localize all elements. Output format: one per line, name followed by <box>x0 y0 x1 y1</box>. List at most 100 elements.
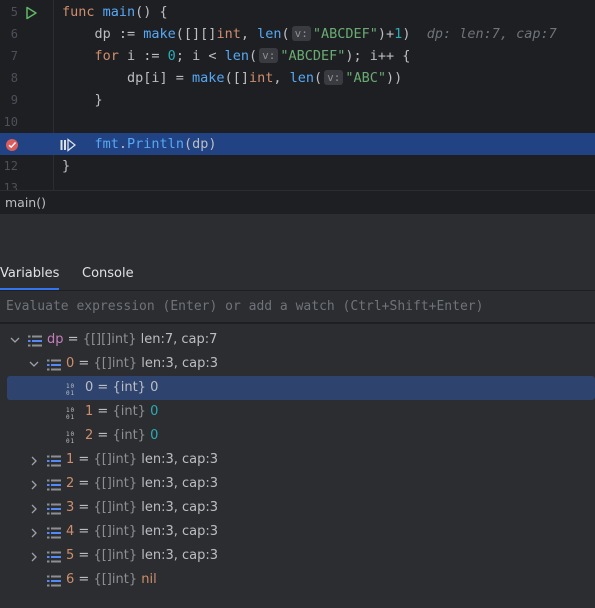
svg-text:1: 1 <box>66 383 70 390</box>
line-number[interactable]: 5 <box>0 1 18 23</box>
chevron-right-icon[interactable] <box>29 496 39 520</box>
line-number[interactable]: 9 <box>0 89 18 111</box>
variable-type: {[]int} <box>93 476 138 491</box>
code-token: int <box>248 70 274 86</box>
svg-text:0: 0 <box>71 431 75 438</box>
code-token: len <box>257 26 282 42</box>
code-token: for <box>62 48 128 64</box>
variable-type: {int} <box>112 428 146 443</box>
binary-icon: 1001 <box>66 429 80 445</box>
variable-type: {[]int} <box>93 356 138 371</box>
current-execution-line[interactable]: fmt.Println(dp) <box>0 133 595 155</box>
line-number[interactable]: 10 <box>0 111 18 133</box>
code-line[interactable]: 5 func main() { <box>0 1 595 23</box>
variable-value: len:7, cap:7 <box>140 332 218 347</box>
slice-icon <box>47 549 61 563</box>
code-line[interactable]: 9 } <box>0 89 595 111</box>
code-token: len <box>289 70 314 86</box>
code-text: dp := make([][]int, len(v: "ABCDEF")+1) d… <box>62 23 557 45</box>
chevron-right-icon[interactable] <box>29 448 39 472</box>
chevron-down-icon[interactable] <box>10 328 20 352</box>
chevron-down-icon[interactable] <box>29 352 39 376</box>
variable-row[interactable]: 4 = {[]int} len:3, cap:3 <box>0 520 595 544</box>
code-token: 0 <box>167 48 176 64</box>
variable-row[interactable]: 10012 = {int} 0 <box>0 424 595 448</box>
code-token: , <box>273 70 290 86</box>
equals-sign: = <box>93 428 113 443</box>
variable-value: 0 <box>150 404 159 419</box>
code-token: fmt <box>94 136 119 152</box>
variable-value: len:3, cap:3 <box>141 500 219 515</box>
svg-text:0: 0 <box>71 407 75 414</box>
code-text: dp[i] = make([]int, len(v: "ABC")) <box>62 67 402 89</box>
line-number[interactable]: 12 <box>0 155 18 177</box>
line-number[interactable]: 13 <box>0 177 18 190</box>
variables-tree[interactable]: dp = {[][]int} len:7, cap:7 0 = {[]int} l… <box>0 324 595 608</box>
svg-text:0: 0 <box>71 383 75 390</box>
code-token: )+ <box>377 26 395 42</box>
variable-text: 2 = {[]int} len:3, cap:3 <box>66 472 218 496</box>
variable-row[interactable]: 6 = {[]int} nil <box>0 568 595 592</box>
equals-sign: = <box>74 452 94 467</box>
evaluate-expression-input[interactable]: Evaluate expression (Enter) or add a wat… <box>0 291 595 323</box>
code-text: fmt.Println(dp) <box>62 133 217 155</box>
code-token: main <box>102 4 136 20</box>
variable-text: 6 = {[]int} nil <box>66 568 157 592</box>
code-text: func main() { <box>62 1 168 23</box>
code-token: ( <box>248 48 258 64</box>
equals-sign: = <box>74 548 94 563</box>
code-editor[interactable]: 5 func main() {6 dp := make([][]int, len(… <box>0 0 595 190</box>
variable-row[interactable]: 5 = {[]int} len:3, cap:3 <box>0 544 595 568</box>
code-line[interactable]: 8 dp[i] = make([]int, len(v: "ABC")) <box>0 67 595 89</box>
variable-row[interactable]: 1001 0 = {int} 0 <box>7 376 595 400</box>
code-line[interactable]: 10 <box>0 111 595 133</box>
code-token: } <box>62 92 103 108</box>
run-icon[interactable] <box>24 5 38 20</box>
parameter-hint: v: <box>291 26 311 41</box>
chevron-right-icon[interactable] <box>29 544 39 568</box>
chevron-right-icon[interactable] <box>29 472 39 496</box>
line-number[interactable]: 8 <box>0 67 18 89</box>
slice-icon <box>47 477 61 491</box>
panel-gap <box>0 214 595 258</box>
variable-value: len:3, cap:3 <box>141 356 219 371</box>
equals-sign: = <box>74 356 94 371</box>
variable-text: 0 = {int} 0 <box>85 376 158 400</box>
parameter-hint: v: <box>259 48 279 63</box>
variable-value: len:3, cap:3 <box>141 548 219 563</box>
variable-row[interactable]: 0 = {[]int} len:3, cap:3 <box>0 352 595 376</box>
code-line[interactable]: 6 dp := make([][]int, len(v: "ABCDEF")+1)… <box>0 23 595 45</box>
code-token: "ABCDEF" <box>280 48 346 64</box>
variable-text: 5 = {[]int} len:3, cap:3 <box>66 544 218 568</box>
code-line[interactable]: 7 for i := 0; i < len(v: "ABCDEF"); i++ { <box>0 45 595 67</box>
tab-console[interactable]: Console <box>82 258 134 290</box>
variable-text: 3 = {[]int} len:3, cap:3 <box>66 496 218 520</box>
tab-variables[interactable]: Variables <box>0 258 60 290</box>
variable-row[interactable]: dp = {[][]int} len:7, cap:7 <box>0 328 595 352</box>
variable-text: dp = {[][]int} len:7, cap:7 <box>47 328 217 352</box>
code-token: "ABC" <box>345 70 387 86</box>
code-line[interactable]: 13 <box>0 177 595 190</box>
variable-text: 4 = {[]int} len:3, cap:3 <box>66 520 218 544</box>
variable-row[interactable]: 1 = {[]int} len:3, cap:3 <box>0 448 595 472</box>
variable-row[interactable]: 3 = {[]int} len:3, cap:3 <box>0 496 595 520</box>
parameter-hint: v: <box>324 70 344 85</box>
breakpoint-icon[interactable] <box>5 137 19 151</box>
svg-text:0: 0 <box>66 414 70 420</box>
line-number[interactable]: 7 <box>0 45 18 67</box>
variable-type: {[]int} <box>93 524 138 539</box>
stack-frame-bar[interactable]: main() <box>0 190 595 215</box>
variable-row[interactable]: 2 = {[]int} len:3, cap:3 <box>0 472 595 496</box>
chevron-right-icon[interactable] <box>29 520 39 544</box>
variable-row[interactable]: 10011 = {int} 0 <box>0 400 595 424</box>
code-line[interactable]: 12} <box>0 155 595 177</box>
binary-icon: 1001 <box>66 381 80 397</box>
variable-type: {[]int} <box>93 500 138 515</box>
code-text: for i := 0; i < len(v: "ABCDEF"); i++ { <box>62 45 410 67</box>
line-number[interactable]: 6 <box>0 23 18 45</box>
svg-text:1: 1 <box>66 431 70 438</box>
variable-value: len:3, cap:3 <box>141 476 219 491</box>
equals-sign: = <box>74 476 94 491</box>
equals-sign: = <box>63 332 83 347</box>
code-token: , <box>240 26 258 42</box>
